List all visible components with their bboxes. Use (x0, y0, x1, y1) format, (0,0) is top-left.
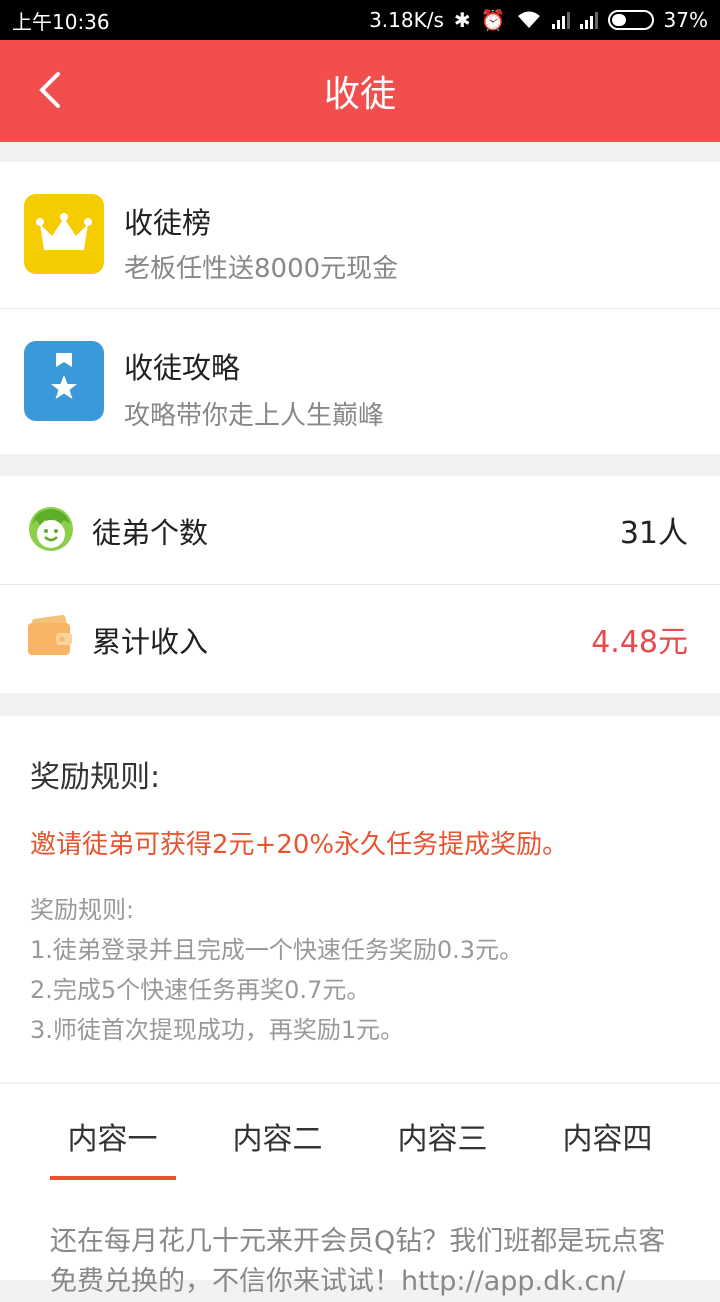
content-text: 还在每月花几十元来开会员Q钻？我们班都是玩点客 免费兑换的，不信你来试试！htt… (50, 1222, 700, 1302)
total-income-value: 4.48元 (591, 625, 688, 660)
network-speed: 3.18K/s (369, 8, 444, 32)
page-title: 收徒 (323, 73, 396, 114)
back-button[interactable] (30, 68, 74, 112)
total-income-row: 累计收入 4.48元 (0, 585, 720, 693)
menu-item-subtitle: 攻略带你走上人生巅峰 (124, 401, 385, 431)
signal-icon-2 (579, 11, 598, 29)
status-bar: 上午10:36 3.18K/s ✱ ⏰ 37% (0, 0, 720, 40)
total-income-label: 累计收入 (92, 625, 209, 659)
bookmark-star-icon (24, 341, 104, 421)
stats-card: 徒弟个数 31人 累计收入 4.48元 (0, 476, 720, 693)
menu-item-guide[interactable]: 收徒攻略 攻略带你走上人生巅峰 (0, 309, 720, 454)
smiley-face-icon (29, 507, 73, 551)
rule-line: 1.徒弟登录并且完成一个快速任务奖励0.3元。 (30, 936, 524, 964)
menu-item-title: 收徒榜 (124, 206, 212, 240)
rules-list: 奖励规则: 1.徒弟登录并且完成一个快速任务奖励0.3元。 2.完成5个快速任务… (30, 890, 523, 1050)
wallet-icon (28, 615, 72, 655)
content-line: 免费兑换的，不信你来试试！http://app.dk.cn/ (50, 1266, 626, 1297)
menu-item-title: 收徒攻略 (124, 351, 241, 385)
alarm-icon: ⏰ (480, 8, 506, 32)
battery-percent: 37% (663, 8, 708, 32)
rule-line: 2.完成5个快速任务再奖0.7元。 (30, 976, 371, 1004)
rule-line: 3.师徒首次提现成功，再奖励1元。 (30, 1016, 405, 1044)
rules-highlight: 邀请徒弟可获得2元+20%永久任务提成奖励。 (30, 830, 569, 860)
rules-subtitle: 奖励规则: (30, 896, 135, 924)
apprentice-count-row: 徒弟个数 31人 (0, 476, 720, 584)
status-right: 3.18K/s ✱ ⏰ 37% (369, 8, 708, 32)
apprentice-count-label: 徒弟个数 (92, 516, 209, 550)
content-tabs: 内容一 内容二 内容三 内容四 (0, 1084, 720, 1184)
rules-card: 奖励规则: 邀请徒弟可获得2元+20%永久任务提成奖励。 奖励规则: 1.徒弟登… (0, 716, 720, 1082)
content-line: 还在每月花几十元来开会员Q钻？我们班都是玩点客 (50, 1226, 666, 1257)
tab-content-3[interactable]: 内容三 (360, 1114, 525, 1158)
bluetooth-icon: ✱ (453, 8, 471, 32)
wifi-icon (516, 10, 542, 30)
chevron-left-icon (39, 72, 60, 108)
active-tab-indicator (50, 1176, 176, 1180)
tab-content-1[interactable]: 内容一 (30, 1114, 195, 1158)
crown-icon (24, 194, 104, 274)
tab-content-2[interactable]: 内容二 (195, 1114, 360, 1158)
tab-content-4[interactable]: 内容四 (525, 1114, 690, 1158)
status-time: 上午10:36 (12, 9, 110, 34)
app-bar: 收徒 (0, 40, 720, 142)
menu-item-subtitle: 老板任性送8000元现金 (124, 254, 399, 284)
apprentice-count-value: 31人 (619, 516, 688, 551)
menu-card: 收徒榜 老板任性送8000元现金 收徒攻略 攻略带你走上人生巅峰 (0, 162, 720, 454)
rules-title: 奖励规则: (30, 760, 161, 795)
signal-icon-1 (551, 11, 570, 29)
battery-icon (607, 10, 654, 30)
menu-item-ranking[interactable]: 收徒榜 老板任性送8000元现金 (0, 162, 720, 307)
